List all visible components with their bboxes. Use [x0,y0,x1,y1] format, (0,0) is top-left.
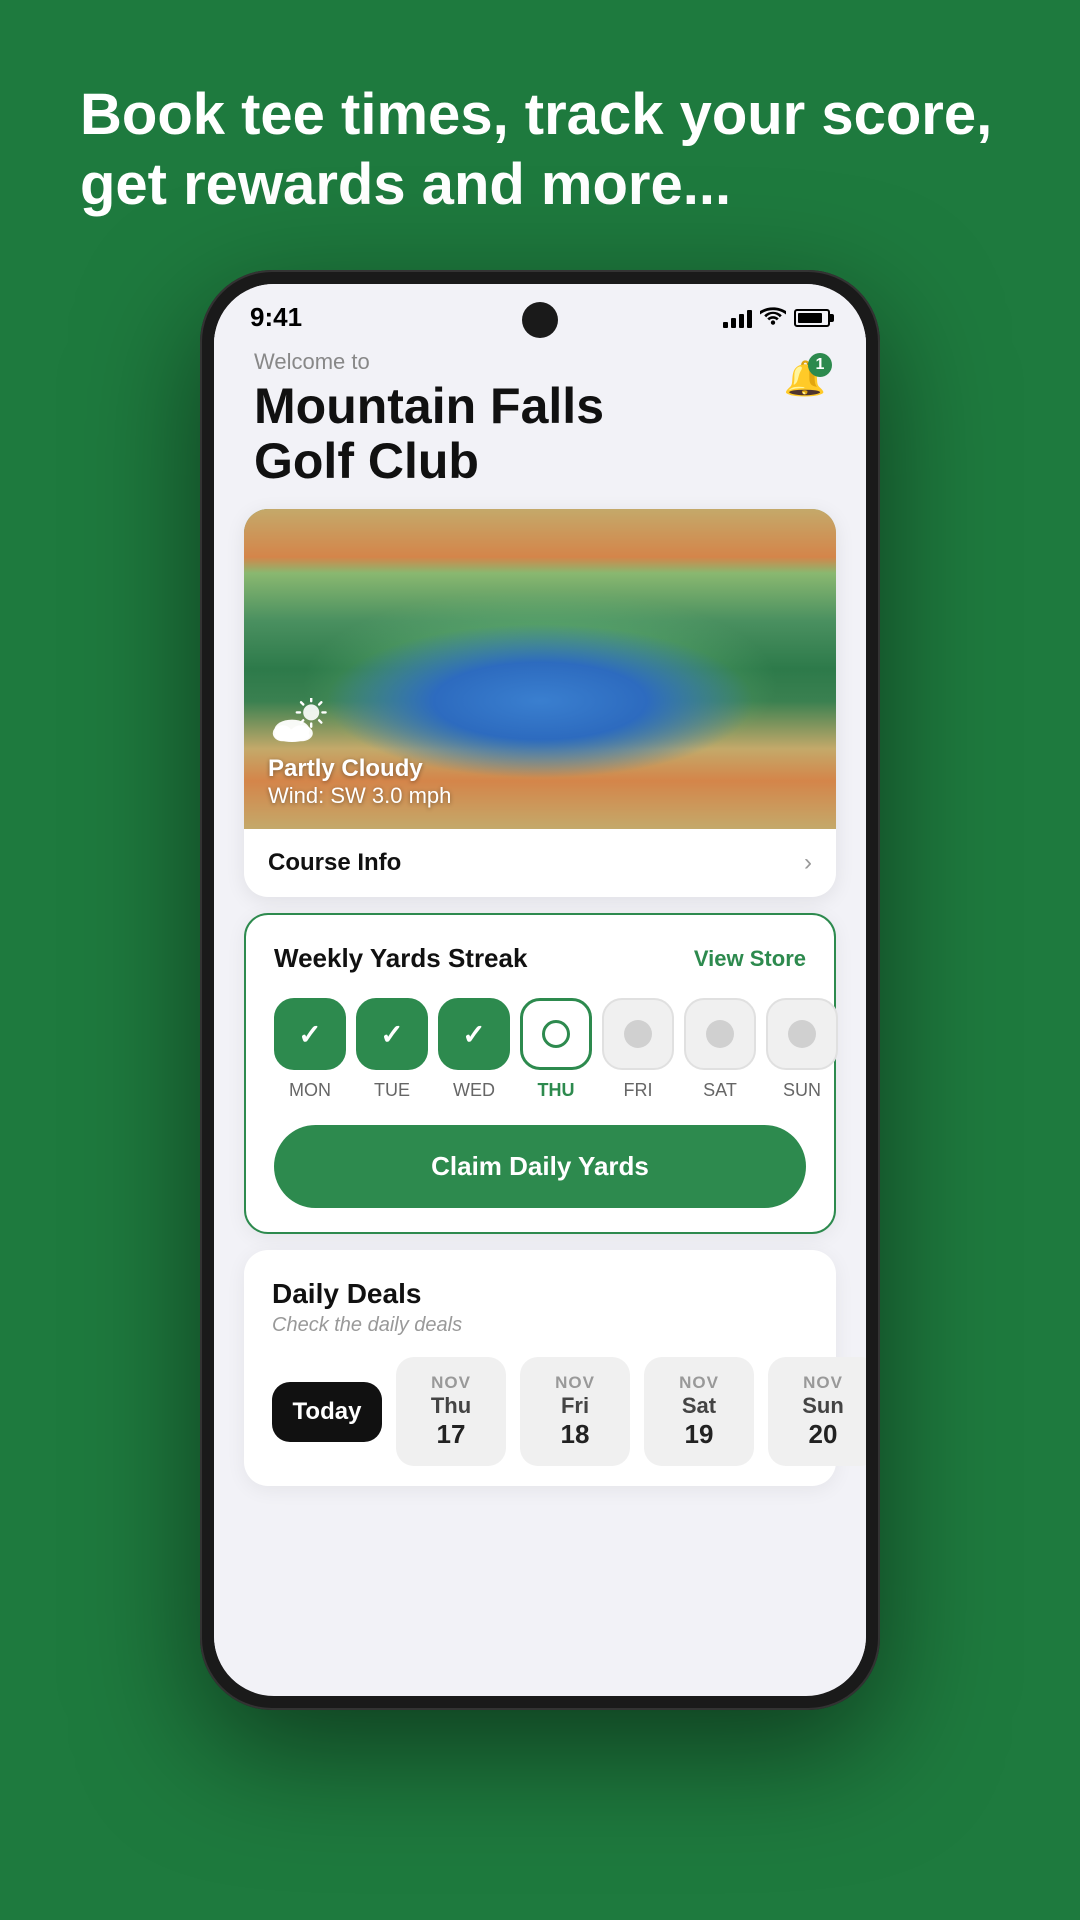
course-image: Partly Cloudy Wind: SW 3.0 mph [244,509,836,829]
day-label-thu: THU [538,1080,575,1101]
date-thu-num: 17 [437,1419,466,1450]
today-circle-thu [542,1020,570,1048]
day-label-sat: SAT [703,1080,737,1101]
streak-header: Weekly Yards Streak View Store [274,943,806,974]
date-sat-name: Sat [682,1393,716,1419]
day-circle-wed: ✓ [438,998,510,1070]
date-today[interactable]: Today [272,1382,382,1442]
day-circle-fri [602,998,674,1070]
date-thu-month: NOV [431,1373,471,1393]
signal-icon [723,308,752,328]
day-label-fri: FRI [624,1080,653,1101]
checkmark-wed: ✓ [462,1018,485,1051]
notification-badge: 1 [808,353,832,377]
deals-title: Daily Deals [272,1278,808,1310]
day-wed: ✓ WED [438,998,510,1101]
weather-overlay: Partly Cloudy Wind: SW 3.0 mph [268,698,451,809]
day-sat: SAT [684,998,756,1101]
date-fri[interactable]: NOV Fri 18 [520,1357,630,1466]
day-label-mon: MON [289,1080,331,1101]
signal-bar-3 [739,314,744,328]
day-label-sun: SUN [783,1080,821,1101]
day-mon: ✓ MON [274,998,346,1101]
day-circle-thu [520,998,592,1070]
day-fri: FRI [602,998,674,1101]
app-content: Welcome to Mountain FallsGolf Club 🔔 1 [214,333,866,1685]
date-sat-num: 19 [685,1419,714,1450]
date-sun-name: Sun [802,1393,844,1419]
weather-condition: Partly Cloudy [268,755,451,783]
camera-notch [522,302,558,338]
deals-subtitle: Check the daily deals [272,1314,808,1337]
day-circle-mon: ✓ [274,998,346,1070]
day-thu: THU [520,998,592,1101]
claim-daily-yards-button[interactable]: Claim Daily Yards [274,1125,806,1208]
notification-button[interactable]: 🔔 1 [784,359,826,399]
date-row: Today NOV Thu 17 NOV Fri 18 [272,1357,808,1466]
day-label-wed: WED [453,1080,495,1101]
date-sun-num: 20 [809,1419,838,1450]
signal-bar-4 [747,310,752,328]
day-sun: SUN [766,998,838,1101]
streak-card: Weekly Yards Streak View Store ✓ MON [244,913,836,1234]
phone-shell: 9:41 [200,270,880,1710]
day-circle-sat [684,998,756,1070]
course-info-arrow: › [804,849,812,877]
date-today-label: Today [293,1398,362,1426]
date-fri-month: NOV [555,1373,595,1393]
signal-bar-1 [723,322,728,328]
tagline: Book tee times, track your score, get re… [80,80,1000,219]
weather-wind: Wind: SW 3.0 mph [268,783,451,809]
status-time: 9:41 [250,302,302,333]
future-dot-sat [706,1020,734,1048]
date-thu-name: Thu [431,1393,471,1419]
checkmark-tue: ✓ [380,1018,403,1051]
date-sun-month: NOV [803,1373,843,1393]
date-sun[interactable]: NOV Sun 20 [768,1357,866,1466]
day-tue: ✓ TUE [356,998,428,1101]
course-card: Partly Cloudy Wind: SW 3.0 mph Course In… [244,509,836,897]
battery-icon [794,309,830,327]
course-info-label: Course Info [268,849,401,877]
club-info: Welcome to Mountain FallsGolf Club [254,349,604,489]
days-row: ✓ MON ✓ TUE [274,998,806,1101]
checkmark-mon: ✓ [298,1018,321,1051]
future-dot-sun [788,1020,816,1048]
welcome-text: Welcome to [254,349,604,375]
app-header: Welcome to Mountain FallsGolf Club 🔔 1 [214,333,866,509]
partly-cloudy-icon [268,698,451,747]
streak-title: Weekly Yards Streak [274,943,527,974]
view-store-button[interactable]: View Store [694,946,806,972]
date-sat[interactable]: NOV Sat 19 [644,1357,754,1466]
daily-deals-card: Daily Deals Check the daily deals Today … [244,1250,836,1486]
day-circle-tue: ✓ [356,998,428,1070]
club-name: Mountain FallsGolf Club [254,379,604,489]
date-fri-num: 18 [561,1419,590,1450]
wifi-icon [760,305,786,331]
day-circle-sun [766,998,838,1070]
status-icons [723,305,830,331]
date-thu[interactable]: NOV Thu 17 [396,1357,506,1466]
phone-frame: 9:41 [200,270,880,1830]
date-fri-name: Fri [561,1393,589,1419]
future-dot-fri [624,1020,652,1048]
day-label-tue: TUE [374,1080,410,1101]
course-info-row[interactable]: Course Info › [244,829,836,897]
date-sat-month: NOV [679,1373,719,1393]
phone-screen: 9:41 [214,284,866,1696]
signal-bar-2 [731,318,736,328]
